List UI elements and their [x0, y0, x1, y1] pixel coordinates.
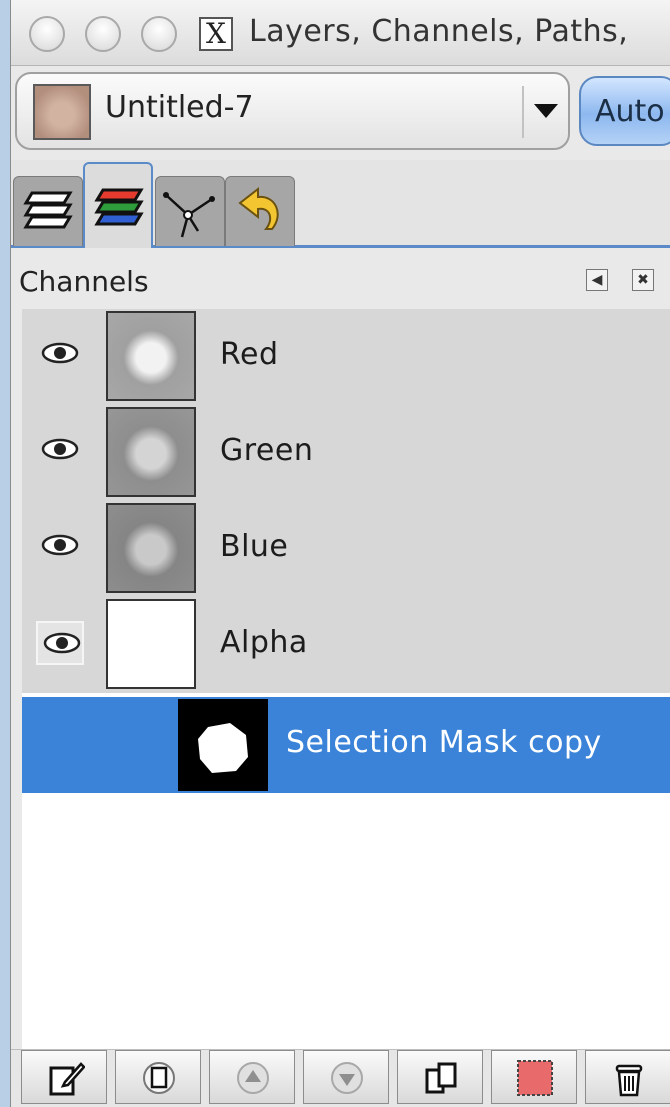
channel-row-red[interactable]: Red — [22, 309, 670, 405]
visibility-toggle[interactable] — [36, 429, 84, 473]
channel-label: Alpha — [220, 625, 308, 660]
delete-channel-button[interactable] — [585, 1050, 670, 1104]
lower-channel-button[interactable] — [303, 1050, 389, 1104]
channel-thumbnail — [178, 699, 268, 791]
eye-icon — [43, 632, 81, 654]
channel-label: Blue — [220, 529, 289, 564]
duplicate-channel-icon — [425, 1062, 457, 1094]
raise-channel-button[interactable] — [209, 1050, 295, 1104]
dropdown-divider — [522, 86, 524, 138]
channel-toolbar — [11, 1049, 670, 1107]
channel-thumbnail — [106, 599, 196, 689]
channel-to-selection-icon — [517, 1060, 553, 1096]
channel-row-blue[interactable]: Blue — [22, 501, 670, 597]
channels-icon — [94, 188, 144, 226]
channel-row-green[interactable]: Green — [22, 405, 670, 501]
panel-menu-button[interactable]: ◀ — [586, 269, 608, 291]
tab-paths[interactable] — [155, 176, 225, 246]
duplicate-channel-button[interactable] — [397, 1050, 483, 1104]
x11-icon: X — [199, 17, 233, 51]
layers-dock-window: X Layers, Channels, Paths, Untitled-7 Au… — [10, 0, 670, 1107]
visibility-toggle[interactable] — [36, 333, 84, 377]
image-thumbnail — [33, 84, 91, 140]
layers-icon — [23, 191, 73, 229]
auto-button-label: Auto — [595, 94, 665, 129]
channel-row-alpha[interactable]: Alpha — [22, 597, 670, 693]
eye-icon — [41, 438, 79, 460]
title-bar: X Layers, Channels, Paths, — [11, 0, 670, 66]
eye-icon — [41, 534, 79, 556]
delete-channel-icon — [615, 1064, 643, 1097]
channel-label: Red — [220, 337, 279, 372]
dock-tabs — [11, 160, 670, 248]
edit-channel-icon — [49, 1062, 85, 1096]
visibility-toggle[interactable] — [36, 621, 84, 665]
new-channel-button[interactable] — [115, 1050, 201, 1104]
channel-row-selection-mask-copy[interactable]: Selection Mask copy — [22, 697, 670, 793]
minimize-window-button[interactable] — [85, 16, 121, 52]
tab-undo-history[interactable] — [225, 176, 295, 246]
channel-thumbnail — [106, 311, 196, 401]
tab-layers[interactable] — [13, 176, 83, 246]
close-panel-button[interactable]: ✖ — [632, 269, 654, 291]
raise-channel-icon — [237, 1062, 269, 1094]
channel-to-selection-button[interactable] — [491, 1050, 577, 1104]
undo-history-icon — [238, 186, 279, 230]
mask-shape — [198, 723, 248, 773]
image-selector-dropdown[interactable]: Untitled-7 — [15, 72, 570, 150]
visibility-toggle[interactable] — [36, 525, 84, 569]
lower-channel-icon — [331, 1062, 363, 1094]
channel-label: Green — [220, 433, 314, 468]
channel-thumbnail — [106, 503, 196, 593]
image-selector-value: Untitled-7 — [105, 90, 254, 125]
panel-title: Channels — [19, 265, 149, 298]
close-window-button[interactable] — [29, 16, 65, 52]
channel-thumbnail — [106, 407, 196, 497]
tab-channels[interactable] — [83, 162, 153, 248]
edit-channel-button[interactable] — [21, 1050, 107, 1104]
new-channel-icon — [143, 1062, 175, 1094]
chevron-down-icon[interactable] — [534, 104, 558, 118]
channels-panel-header: Channels ◀ ✖ — [11, 251, 670, 309]
paths-icon — [163, 192, 215, 238]
image-selector-row: Untitled-7 Auto — [11, 66, 670, 160]
zoom-window-button[interactable] — [141, 16, 177, 52]
channel-label: Selection Mask copy — [286, 725, 602, 760]
channel-list: Red Green Blue Alpha Selection Mask copy — [22, 309, 670, 1049]
eye-icon — [41, 342, 79, 364]
window-title: Layers, Channels, Paths, — [249, 14, 629, 49]
auto-button[interactable]: Auto — [579, 76, 670, 146]
